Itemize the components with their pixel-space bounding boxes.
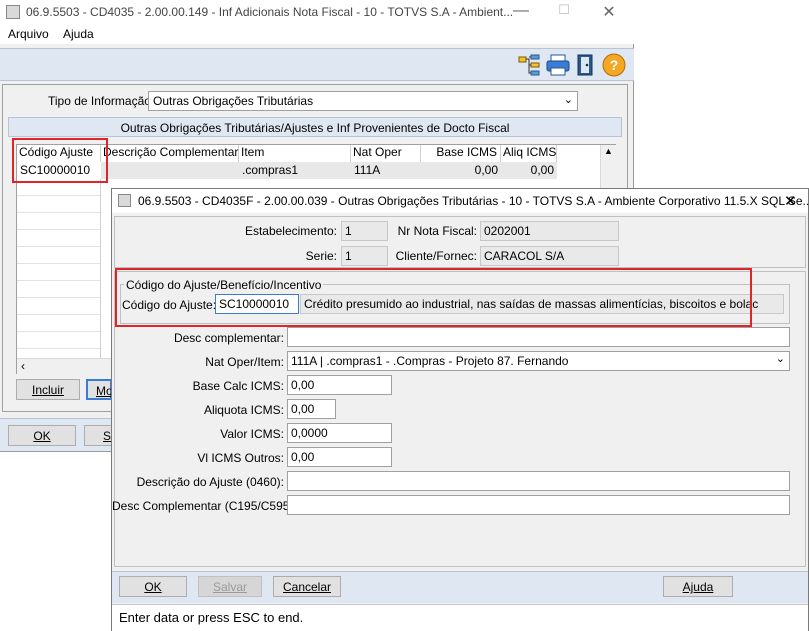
table-cell[interactable]: 111A	[351, 162, 421, 179]
nat-oper-select[interactable]: 111A | .compras1 - .Compras - Projeto 87…	[287, 351, 790, 371]
base-calc-input[interactable]: 0,00	[287, 375, 392, 395]
estabelecimento-field[interactable]: 1	[341, 221, 388, 241]
salvar-button[interactable]: Salvar	[198, 576, 262, 597]
app-icon	[6, 5, 20, 19]
help-icon[interactable]: ?	[601, 52, 627, 78]
desc-c195-label: Desc Complementar (C195/C595):	[112, 499, 297, 513]
nr-nota-label: Nr Nota Fiscal:	[397, 224, 477, 238]
desc-ajuste-label: Descrição do Ajuste (0460):	[136, 475, 284, 489]
sair-button[interactable]: S	[84, 425, 112, 446]
empty-rows	[17, 179, 101, 359]
desc-comp-input[interactable]	[287, 327, 790, 347]
desc-c195-input[interactable]	[287, 495, 790, 515]
serie-label: Serie:	[305, 249, 337, 263]
salvar-label: Salvar	[212, 580, 247, 594]
nat-oper-value: 111A | .compras1 - .Compras - Projeto 87…	[291, 354, 569, 368]
tipo-label: Tipo de Informação:	[48, 94, 155, 108]
exit-door-icon[interactable]	[573, 52, 599, 78]
incluir-button[interactable]: Incluir	[16, 379, 80, 400]
cancelar-label: Cancelar	[282, 580, 332, 594]
incluir-label: Incluir	[31, 383, 64, 397]
serie-field[interactable]: 1	[341, 246, 388, 266]
printer-icon[interactable]	[545, 52, 571, 78]
sair-label: S	[103, 429, 112, 443]
group-title: Outras Obrigações Tributárias/Ajustes e …	[8, 117, 622, 137]
dialog-title-bar: 06.9.5503 - CD4035F - 2.00.00.039 - Outr…	[112, 189, 809, 213]
ok-label: OK	[33, 429, 51, 443]
tree-structure-icon[interactable]	[516, 52, 542, 78]
ajuda-label: Ajuda	[682, 580, 714, 594]
ok-button[interactable]: OK	[8, 425, 76, 446]
aliquota-input[interactable]: 0,00	[287, 399, 336, 419]
horizontal-scrollbar[interactable]: ‹	[17, 358, 117, 374]
ajuda-button[interactable]: Ajuda	[663, 576, 733, 597]
vl-outros-label: Vl ICMS Outros:	[197, 451, 284, 465]
toolbar: ?	[0, 48, 634, 81]
table-cell[interactable]	[101, 162, 239, 179]
title-bar: 06.9.5503 - CD4035 - 2.00.00.149 - Inf A…	[0, 0, 634, 26]
valor-input[interactable]: 0,0000	[287, 423, 392, 443]
desc-ajuste-input[interactable]	[287, 471, 790, 491]
nat-oper-label: Nat Oper/Item:	[205, 355, 284, 369]
chevron-down-icon: ⌄	[563, 94, 573, 106]
svg-text:?: ?	[610, 57, 619, 73]
dialog-window: 06.9.5503 - CD4035F - 2.00.00.039 - Outr…	[111, 188, 809, 631]
status-bar: Enter data or press ESC to end.	[112, 604, 808, 631]
dialog-title: 06.9.5503 - CD4035F - 2.00.00.039 - Outr…	[138, 194, 809, 208]
tipo-select[interactable]: Outras Obrigações Tributárias ⌄	[148, 91, 578, 111]
close-icon[interactable]: ✕	[784, 192, 797, 210]
table-cell[interactable]: 0,00	[501, 162, 557, 179]
cliente-field[interactable]: CARACOL S/A	[480, 246, 619, 266]
table-cell[interactable]: 0,00	[421, 162, 501, 179]
cliente-label: Cliente/Fornec:	[395, 249, 477, 263]
scroll-up-icon[interactable]: ▲	[604, 146, 613, 156]
column-header[interactable]: Aliq ICMS	[501, 145, 557, 162]
column-header[interactable]: Descrição Complementar	[101, 145, 239, 162]
menu-bar: Arquivo Ajuda	[0, 26, 634, 44]
vl-outros-input[interactable]: 0,00	[287, 447, 392, 467]
scroll-left-icon[interactable]: ‹	[21, 359, 25, 373]
cancelar-button[interactable]: Cancelar	[273, 576, 341, 597]
base-calc-label: Base Calc ICMS:	[192, 379, 284, 393]
vertical-scrollbar[interactable]: ▲	[600, 145, 616, 191]
desc-comp-label: Desc complementar:	[173, 331, 284, 345]
menu-arquivo[interactable]: Arquivo	[8, 27, 49, 41]
close-icon[interactable]: ✕	[598, 2, 620, 22]
modificar-button[interactable]: Mo	[86, 379, 113, 400]
column-header[interactable]: Item	[239, 145, 351, 162]
ok-button[interactable]: OK	[119, 576, 187, 597]
window-title: 06.9.5503 - CD4035 - 2.00.00.149 - Inf A…	[26, 5, 514, 19]
aliquota-label: Aliquota ICMS:	[203, 403, 284, 417]
estabelecimento-label: Estabelecimento:	[244, 224, 337, 238]
highlight-box	[12, 138, 108, 183]
valor-label: Valor ICMS:	[220, 427, 284, 441]
app-icon	[118, 194, 131, 207]
table-cell[interactable]: .compras1	[239, 162, 351, 179]
minimize-icon[interactable]: —	[510, 2, 532, 20]
tipo-select-value: Outras Obrigações Tributárias	[153, 94, 314, 108]
maximize-icon[interactable]: ☐	[553, 2, 575, 18]
nr-nota-field[interactable]: 0202001	[480, 221, 619, 241]
column-header[interactable]: Nat Oper	[351, 145, 421, 162]
chevron-down-icon: ⌄	[775, 353, 785, 365]
ok-label: OK	[144, 580, 162, 594]
menu-ajuda[interactable]: Ajuda	[63, 27, 94, 41]
highlight-box	[115, 268, 752, 327]
column-header[interactable]: Base ICMS	[421, 145, 501, 162]
